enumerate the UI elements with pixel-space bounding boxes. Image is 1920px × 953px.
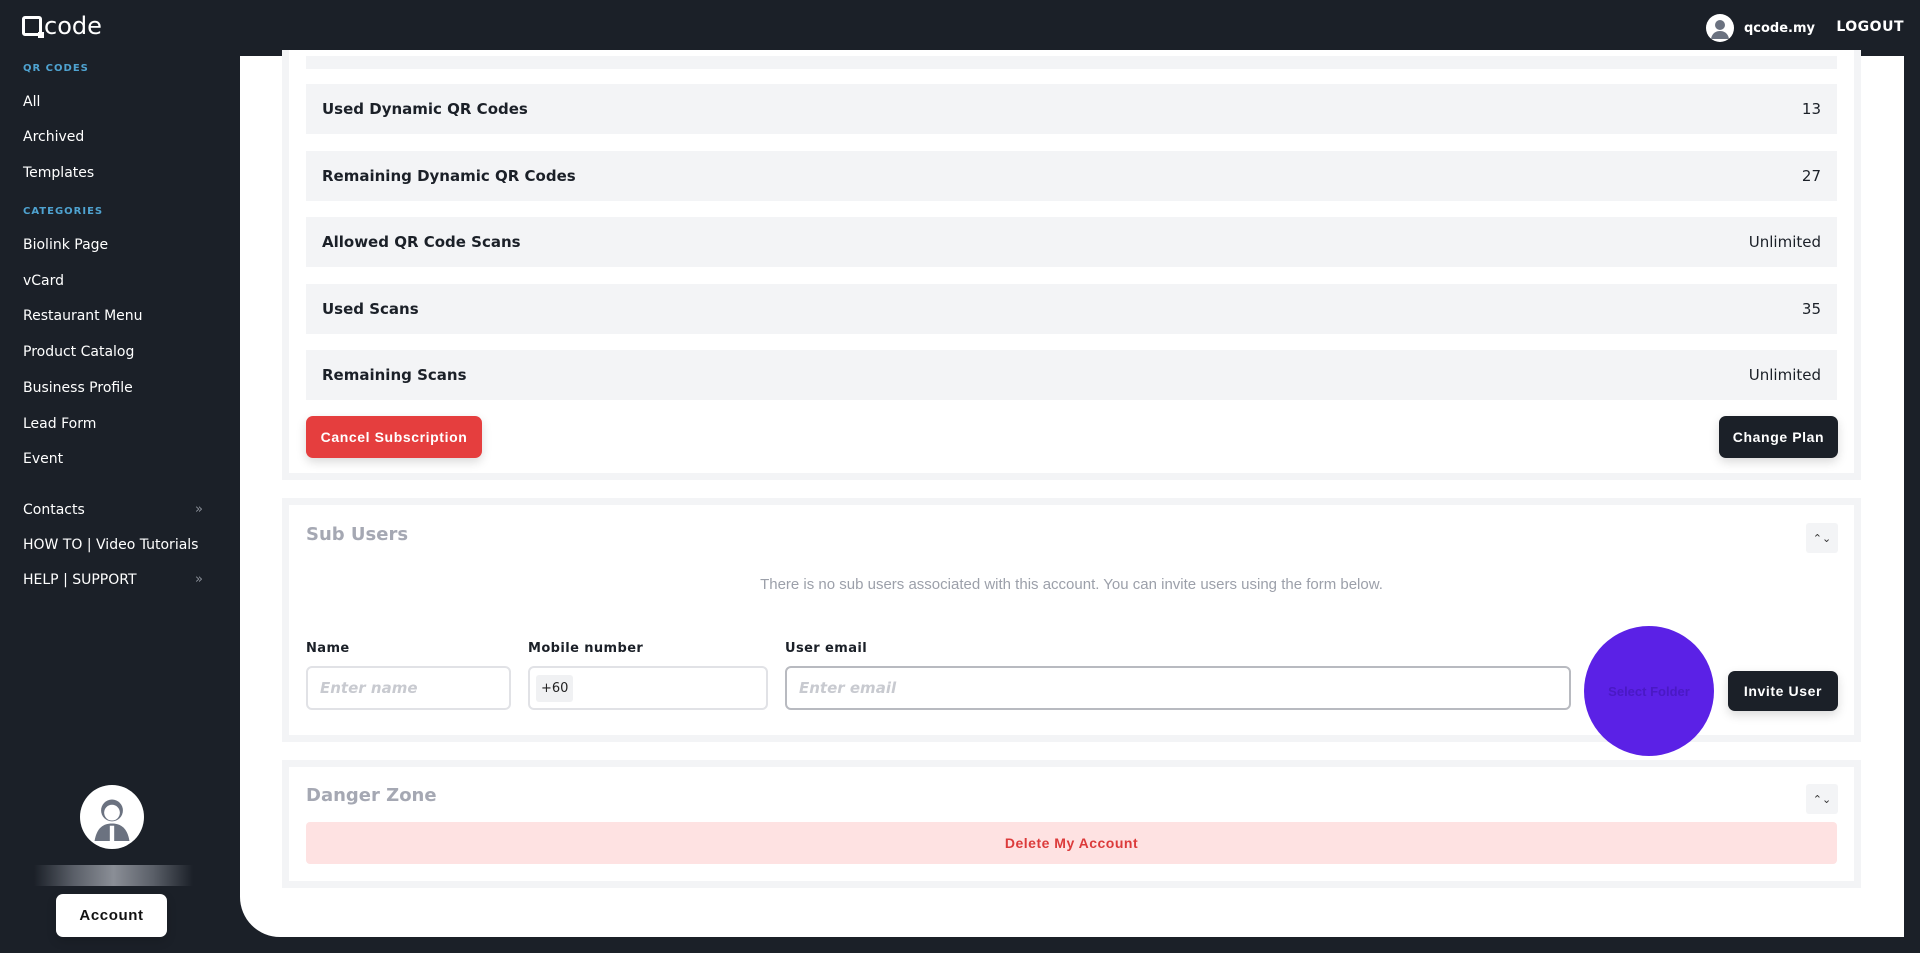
sidebar-item-video-tutorials[interactable]: HOW TO | Video Tutorials bbox=[23, 537, 203, 553]
usage-row: Remaining Scans Unlimited bbox=[306, 350, 1837, 400]
sidebar-item-label: All bbox=[23, 94, 41, 110]
country-code-prefix[interactable]: +60 bbox=[536, 674, 574, 702]
usage-label: Allowed QR Code Scans bbox=[322, 233, 521, 251]
sidebar-item-label: Biolink Page bbox=[23, 237, 109, 253]
sidebar-item-label: HOW TO | Video Tutorials bbox=[23, 537, 199, 553]
usage-value: 13 bbox=[1801, 100, 1821, 118]
usage-value: Unlimited bbox=[1748, 233, 1821, 251]
sidebar-item-label: Product Catalog bbox=[23, 344, 135, 360]
sidebar-item-contacts[interactable]: Contacts » bbox=[23, 502, 203, 518]
sidebar-item-vcard[interactable]: vCard bbox=[23, 273, 203, 289]
sidebar-heading-categories: CATEGORIES bbox=[23, 206, 104, 217]
usage-row: Used Dynamic QR Codes 13 bbox=[306, 84, 1837, 134]
sidebar-item-help-support[interactable]: HELP | SUPPORT » bbox=[23, 572, 203, 588]
top-header bbox=[0, 0, 1920, 56]
sub-users-title: Sub Users bbox=[306, 524, 409, 545]
email-label: User email bbox=[785, 641, 868, 656]
no-sub-users-message: There is no sub users associated with th… bbox=[760, 576, 1383, 593]
mobile-input[interactable]: +60 bbox=[528, 666, 768, 710]
usage-value: Unlimited bbox=[1748, 366, 1821, 384]
logout-link[interactable]: LOGOUT bbox=[1836, 19, 1904, 35]
sidebar-item-label: Contacts bbox=[23, 502, 85, 518]
qcode-logo[interactable]: code bbox=[22, 12, 102, 40]
sidebar-item-product-catalog[interactable]: Product Catalog bbox=[23, 344, 203, 360]
sidebar-item-label: Archived bbox=[23, 129, 85, 145]
usage-label: Used Scans bbox=[322, 299, 419, 318]
sidebar-item-label: HELP | SUPPORT bbox=[23, 572, 137, 588]
sidebar-item-label: vCard bbox=[23, 273, 65, 289]
sidebar-item-lead-form[interactable]: Lead Form bbox=[23, 416, 203, 432]
sidebar-item-label: Restaurant Menu bbox=[23, 308, 143, 324]
sidebar-item-label: Templates bbox=[23, 165, 95, 181]
usage-label: Remaining Scans bbox=[322, 366, 467, 384]
mobile-label: Mobile number bbox=[528, 641, 644, 656]
collapse-toggle-icon[interactable]: ⌃⌄ bbox=[1806, 523, 1838, 553]
cancel-subscription-button[interactable]: Cancel Subscription bbox=[306, 416, 482, 458]
blurred-username bbox=[34, 865, 193, 886]
sidebar-item-label: Business Profile bbox=[23, 380, 133, 396]
usage-row: Remaining Dynamic QR Codes 27 bbox=[306, 150, 1837, 201]
sidebar-item-label: Event bbox=[23, 451, 64, 467]
account-button[interactable]: Account bbox=[56, 894, 167, 937]
sidebar-avatar-icon bbox=[80, 785, 144, 849]
name-input[interactable]: Enter name bbox=[306, 666, 511, 710]
usage-label: Remaining Dynamic QR Codes bbox=[322, 166, 576, 185]
sidebar-item-all[interactable]: All bbox=[23, 94, 203, 110]
sidebar-item-templates[interactable]: Templates bbox=[23, 165, 203, 181]
select-folder-button[interactable]: Select Folder bbox=[1584, 626, 1714, 756]
sidebar-heading-qr-codes: QR CODES bbox=[23, 63, 89, 74]
usage-label: Used Dynamic QR Codes bbox=[322, 100, 528, 118]
chevron-double-right-icon: » bbox=[195, 572, 203, 587]
invite-user-button[interactable]: Invite User bbox=[1728, 671, 1838, 711]
usage-row: Used Scans 35 bbox=[306, 283, 1837, 334]
user-avatar-icon bbox=[1705, 14, 1734, 42]
usage-value: 35 bbox=[1801, 299, 1821, 318]
username: qcode.my bbox=[1743, 20, 1815, 36]
user-menu[interactable]: qcode.my bbox=[1705, 14, 1815, 42]
usage-row: Allowed QR Code Scans Unlimited bbox=[306, 217, 1837, 267]
sidebar-item-label: Lead Form bbox=[23, 416, 97, 432]
usage-value: 27 bbox=[1801, 166, 1821, 185]
sidebar-item-archived[interactable]: Archived bbox=[23, 129, 203, 145]
change-plan-button[interactable]: Change Plan bbox=[1719, 416, 1838, 458]
sidebar-item-business-profile[interactable]: Business Profile bbox=[23, 380, 203, 396]
sidebar-item-event[interactable]: Event bbox=[23, 451, 203, 467]
danger-zone-title: Danger Zone bbox=[306, 785, 437, 806]
chevron-double-right-icon: » bbox=[195, 502, 203, 517]
email-input[interactable]: Enter email bbox=[785, 666, 1571, 710]
sidebar-item-restaurant-menu[interactable]: Restaurant Menu bbox=[23, 308, 203, 324]
collapse-toggle-icon[interactable]: ⌃⌄ bbox=[1806, 784, 1838, 814]
name-label: Name bbox=[306, 641, 350, 656]
row-partial bbox=[306, 56, 1837, 69]
sidebar-item-biolink[interactable]: Biolink Page bbox=[23, 237, 203, 253]
qr-logo-icon bbox=[22, 16, 44, 38]
delete-account-button[interactable]: Delete My Account bbox=[306, 822, 1837, 864]
logo-text: code bbox=[44, 12, 102, 40]
